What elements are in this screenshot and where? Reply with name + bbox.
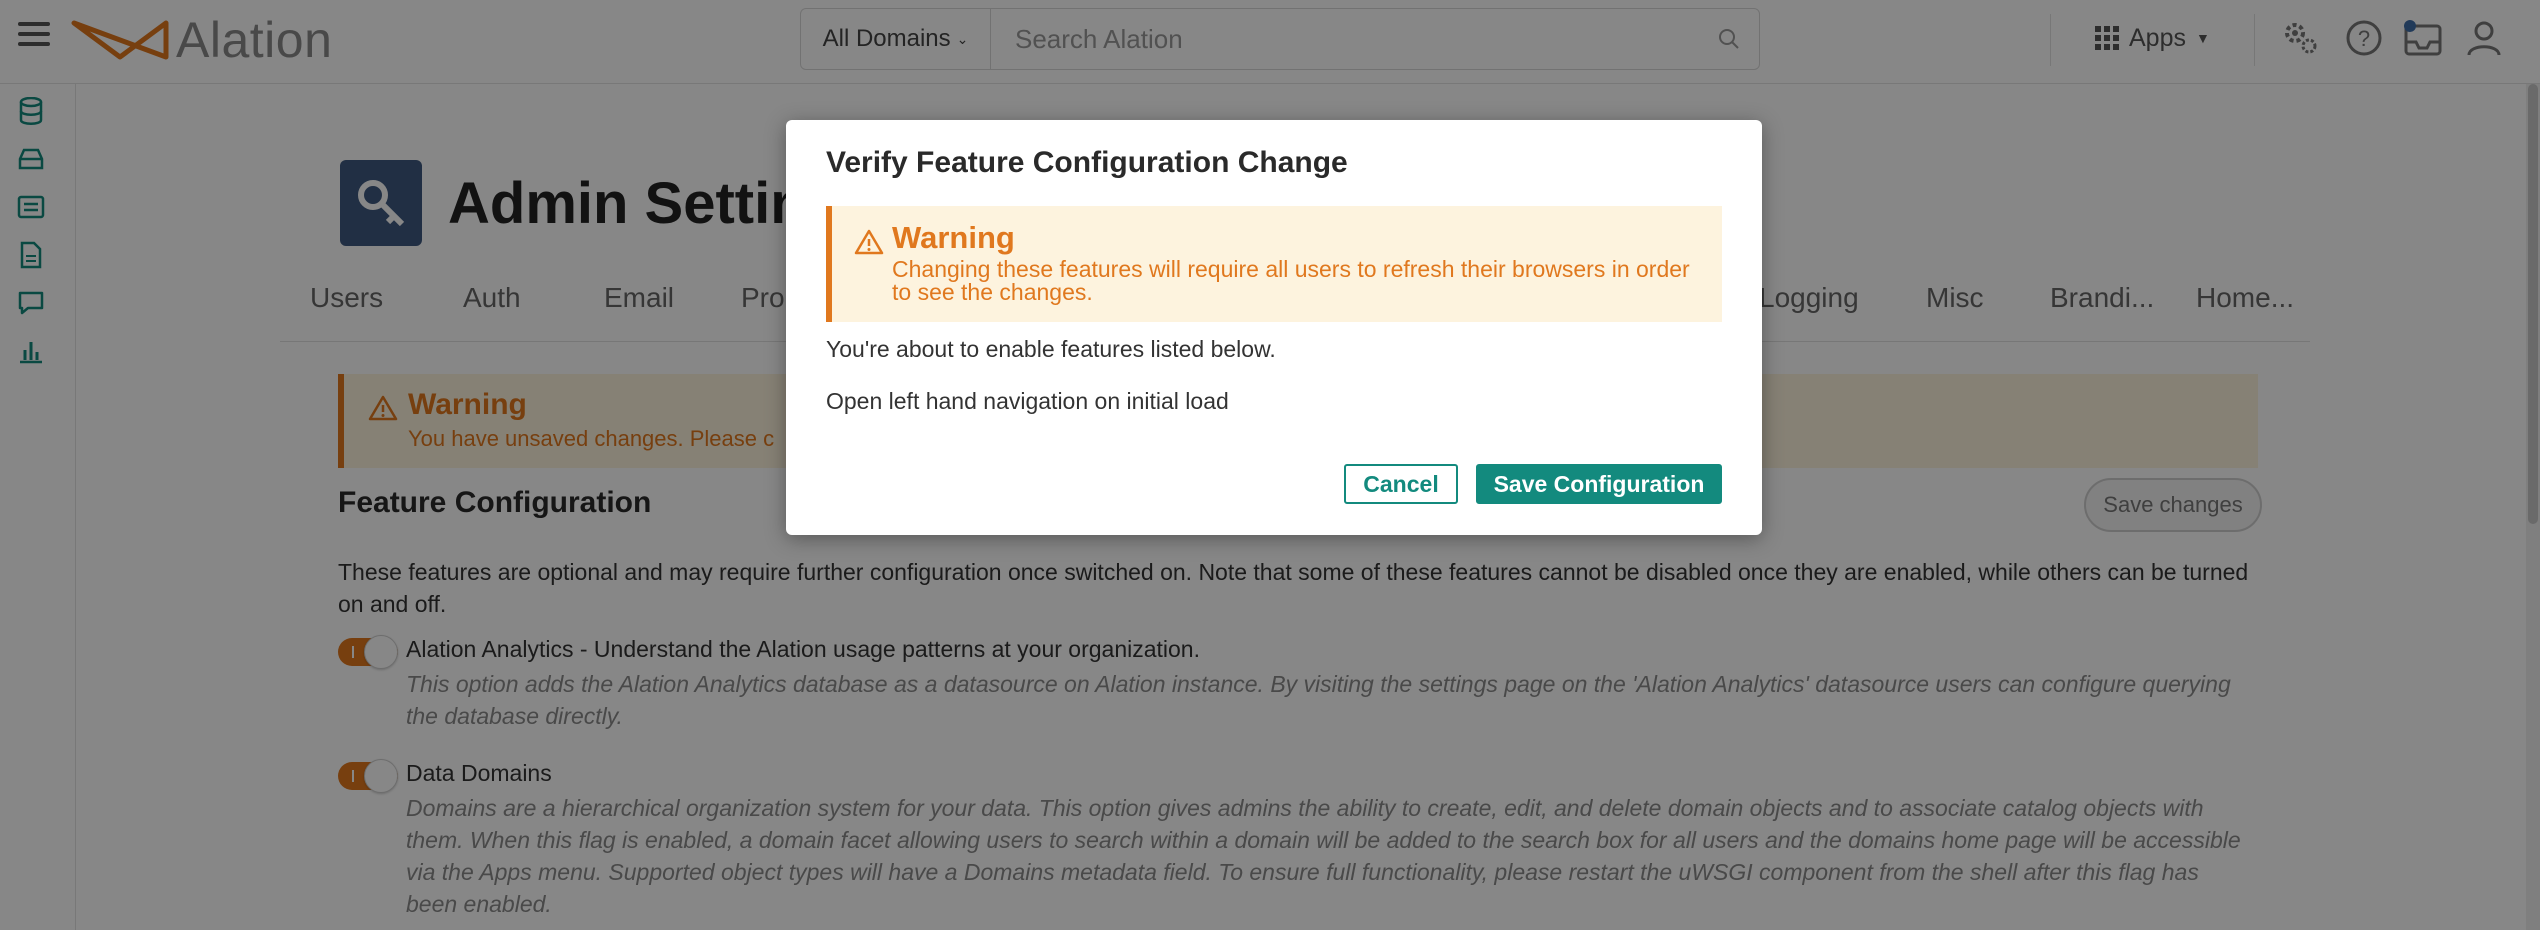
dialog-warning-title: Warning	[892, 220, 1015, 255]
dialog-title: Verify Feature Configuration Change	[826, 146, 1348, 179]
cancel-button[interactable]: Cancel	[1344, 464, 1458, 504]
warning-triangle-icon	[854, 229, 884, 255]
dialog-warning-text: Changing these features will require all…	[892, 256, 1690, 305]
verify-config-dialog: Verify Feature Configuration Change Warn…	[786, 120, 1762, 535]
dialog-intro-text: You're about to enable features listed b…	[826, 336, 1276, 362]
save-configuration-button[interactable]: Save Configuration	[1476, 464, 1722, 504]
dialog-warning-box: Warning Changing these features will req…	[826, 206, 1722, 322]
dialog-feature-item: Open left hand navigation on initial loa…	[826, 388, 1229, 414]
